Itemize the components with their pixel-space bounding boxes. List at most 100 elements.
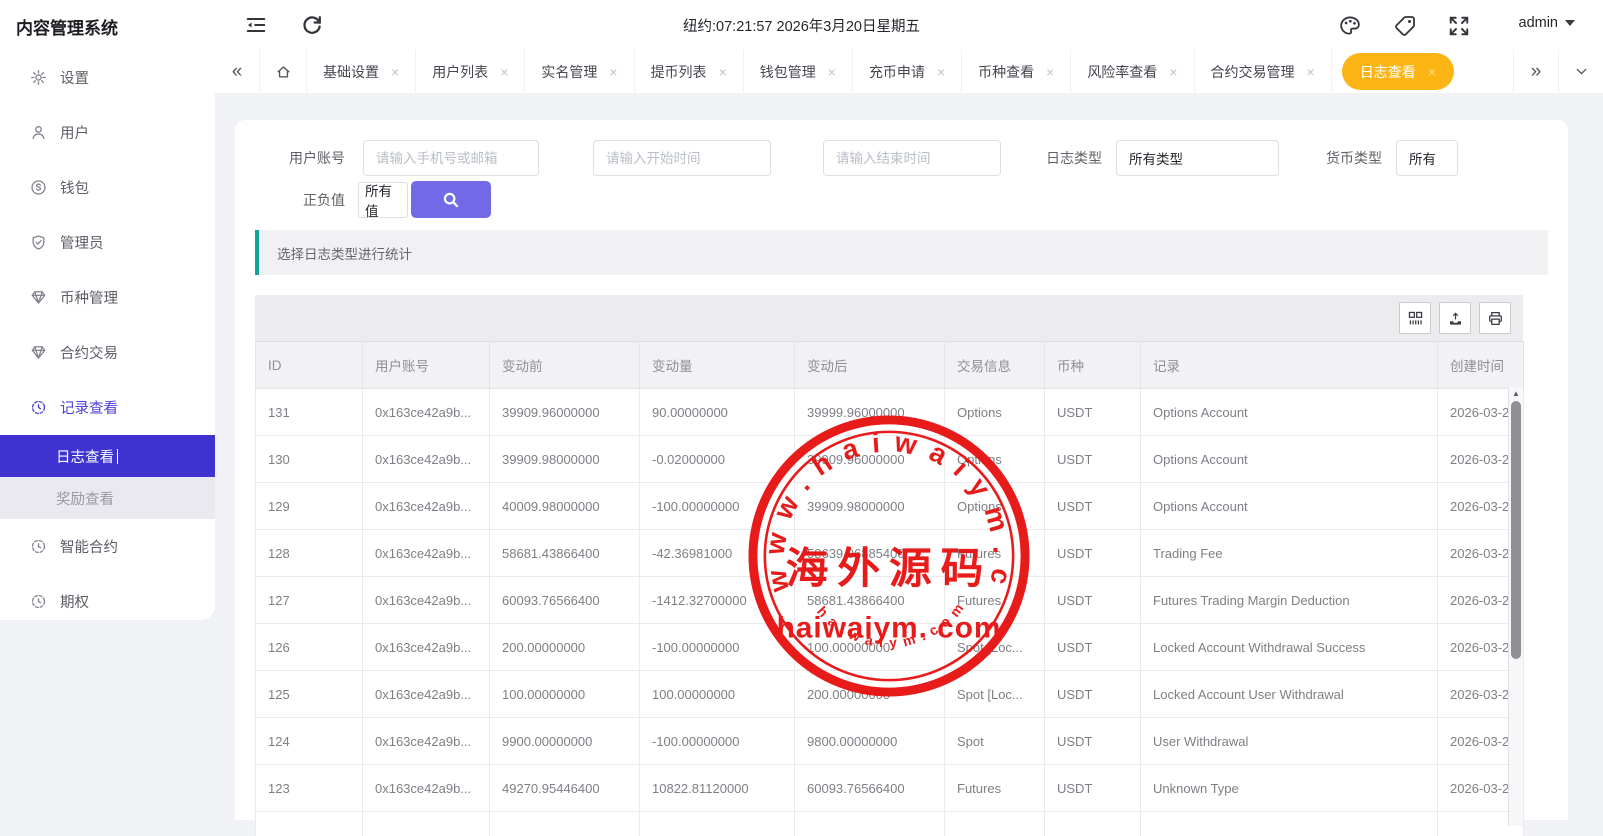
table-cell: -100.00000000 xyxy=(640,483,795,530)
tab-9[interactable]: 合约交易管理× xyxy=(1195,50,1332,93)
close-icon[interactable]: × xyxy=(609,64,617,80)
table-cell xyxy=(1045,812,1141,836)
tab-label: 提币列表 xyxy=(651,62,707,82)
close-icon[interactable]: × xyxy=(1307,64,1315,80)
tab-label: 实名管理 xyxy=(541,62,597,82)
table-cell: Spot [Loc... xyxy=(945,624,1045,671)
tab-2[interactable]: 用户列表 × xyxy=(416,50,525,93)
column-header: ID xyxy=(256,342,363,389)
table-cell: Options Account xyxy=(1141,483,1438,530)
close-icon[interactable]: × xyxy=(828,64,836,80)
tab-4[interactable]: 提币列表 × xyxy=(635,50,744,93)
tag-icon[interactable] xyxy=(1393,14,1417,38)
currency-select[interactable]: 所有 xyxy=(1396,140,1458,176)
sidebar-item[interactable]: 币种管理 xyxy=(0,270,215,325)
table-cell: USDT xyxy=(1045,624,1141,671)
close-icon[interactable]: × xyxy=(500,64,508,80)
table-cell: 131 xyxy=(256,389,363,436)
table-cell xyxy=(363,812,490,836)
sidebar-item-label: 管理员 xyxy=(60,232,104,253)
close-icon[interactable]: × xyxy=(719,64,727,80)
table-cell: USDT xyxy=(1045,483,1141,530)
tab-1[interactable]: 基础设置× xyxy=(307,50,416,93)
table-row[interactable]: 1240x163ce42a9b...9900.00000000-100.0000… xyxy=(256,718,1524,765)
sidebar-item[interactable]: 设置 xyxy=(0,50,215,105)
sidebar-menu: 设置用户钱包管理员币种管理合约交易记录查看日志查看奖励查看智能合约期权 xyxy=(0,50,215,629)
sign-label: 正负值 xyxy=(235,190,345,210)
palette-icon[interactable] xyxy=(1338,14,1362,38)
table-row[interactable]: 1310x163ce42a9b...39909.9600000090.00000… xyxy=(256,389,1524,436)
table-row[interactable]: 1290x163ce42a9b...40009.98000000-100.000… xyxy=(256,483,1524,530)
sidebar-item[interactable]: 管理员 xyxy=(0,215,215,270)
column-header: 记录 xyxy=(1141,342,1438,389)
history-icon xyxy=(30,538,47,555)
close-icon[interactable]: × xyxy=(391,64,399,80)
print-button[interactable] xyxy=(1479,302,1511,334)
user-menu[interactable]: admin xyxy=(1519,15,1576,31)
sidebar-item[interactable]: 期权 xyxy=(0,574,215,629)
tabs-scroll-left-button[interactable]: « xyxy=(215,50,259,93)
table-cell: Locked Account Withdrawal Success xyxy=(1141,624,1438,671)
export-button[interactable] xyxy=(1439,302,1471,334)
tabs-menu-button[interactable] xyxy=(1558,50,1603,93)
columns-filter-button[interactable] xyxy=(1399,302,1431,334)
table-row[interactable]: 1280x163ce42a9b...58681.43866400-42.3698… xyxy=(256,530,1524,577)
scrollbar-thumb[interactable] xyxy=(1511,401,1521,659)
gear-icon xyxy=(30,69,47,86)
table-scrollbar[interactable]: ▲ xyxy=(1508,387,1523,826)
close-icon[interactable]: × xyxy=(1169,64,1177,80)
table-cell: 58681.43866400 xyxy=(490,530,640,577)
tabs-scroll-right-button[interactable]: » xyxy=(1513,50,1558,93)
tab-6[interactable]: 充币申请× xyxy=(853,50,962,93)
table-cell: -100.00000000 xyxy=(640,718,795,765)
table-cell: 39909.98000000 xyxy=(490,436,640,483)
table-cell: 60093.76566400 xyxy=(795,765,945,812)
tab-7[interactable]: 币种查看× xyxy=(962,50,1071,93)
sidebar-subitem[interactable]: 日志查看 xyxy=(0,435,215,477)
home-tab[interactable] xyxy=(259,50,307,93)
table-row-partial xyxy=(256,812,1524,836)
table-cell: 125 xyxy=(256,671,363,718)
account-input[interactable] xyxy=(363,140,539,176)
table-row[interactable]: 1260x163ce42a9b...200.00000000-100.00000… xyxy=(256,624,1524,671)
account-label: 用户账号 xyxy=(235,148,345,168)
tab-label: 用户列表 xyxy=(432,62,488,82)
scroll-up-icon[interactable]: ▲ xyxy=(1509,389,1523,398)
sidebar-item[interactable]: 记录查看 xyxy=(0,380,215,435)
table-cell: 0x163ce42a9b... xyxy=(363,765,490,812)
tab-5[interactable]: 钱包管理 × xyxy=(744,50,853,93)
table-row[interactable]: 1250x163ce42a9b...100.00000000100.000000… xyxy=(256,671,1524,718)
table-cell: 0x163ce42a9b... xyxy=(363,436,490,483)
table-row[interactable]: 1270x163ce42a9b...60093.76566400-1412.32… xyxy=(256,577,1524,624)
close-icon[interactable]: × xyxy=(1428,64,1436,80)
close-icon[interactable]: × xyxy=(937,64,945,80)
table-container: ID用户账号变动前变动量变动后交易信息币种记录创建时间 1310x163ce42… xyxy=(255,295,1523,836)
table-row[interactable]: 1300x163ce42a9b...39909.98000000-0.02000… xyxy=(256,436,1524,483)
sidebar-item[interactable]: 用户 xyxy=(0,105,215,160)
fullscreen-icon[interactable] xyxy=(1447,14,1471,38)
table-cell: USDT xyxy=(1045,389,1141,436)
table-cell: 130 xyxy=(256,436,363,483)
sidebar-subitem-label: 日志查看 xyxy=(56,446,114,467)
tab-10[interactable]: 日志查看× xyxy=(1342,53,1454,90)
tab-3[interactable]: 实名管理 × xyxy=(525,50,634,93)
start-time-input[interactable] xyxy=(593,140,771,176)
log-type-select[interactable]: 所有类型 xyxy=(1116,140,1279,176)
table-cell: 0x163ce42a9b... xyxy=(363,530,490,577)
close-icon[interactable]: × xyxy=(1046,64,1054,80)
end-time-input[interactable] xyxy=(823,140,1001,176)
table-cell: -1412.32700000 xyxy=(640,577,795,624)
sidebar-item[interactable]: 钱包 xyxy=(0,160,215,215)
sidebar-item[interactable]: 智能合约 xyxy=(0,519,215,574)
tab-label: 钱包管理 xyxy=(760,62,816,82)
search-button[interactable] xyxy=(411,181,491,218)
table-row[interactable]: 1230x163ce42a9b...49270.9544640010822.81… xyxy=(256,765,1524,812)
table-cell: Futures xyxy=(945,530,1045,577)
tab-8[interactable]: 风险率查看× xyxy=(1071,50,1194,93)
table-cell: 0x163ce42a9b... xyxy=(363,577,490,624)
sign-select[interactable]: 所有值 xyxy=(358,182,408,218)
sidebar-item-label: 记录查看 xyxy=(60,397,118,418)
table-cell: Futures Trading Margin Deduction xyxy=(1141,577,1438,624)
sidebar-item[interactable]: 合约交易 xyxy=(0,325,215,380)
sidebar-subitem[interactable]: 奖励查看 xyxy=(0,477,215,519)
